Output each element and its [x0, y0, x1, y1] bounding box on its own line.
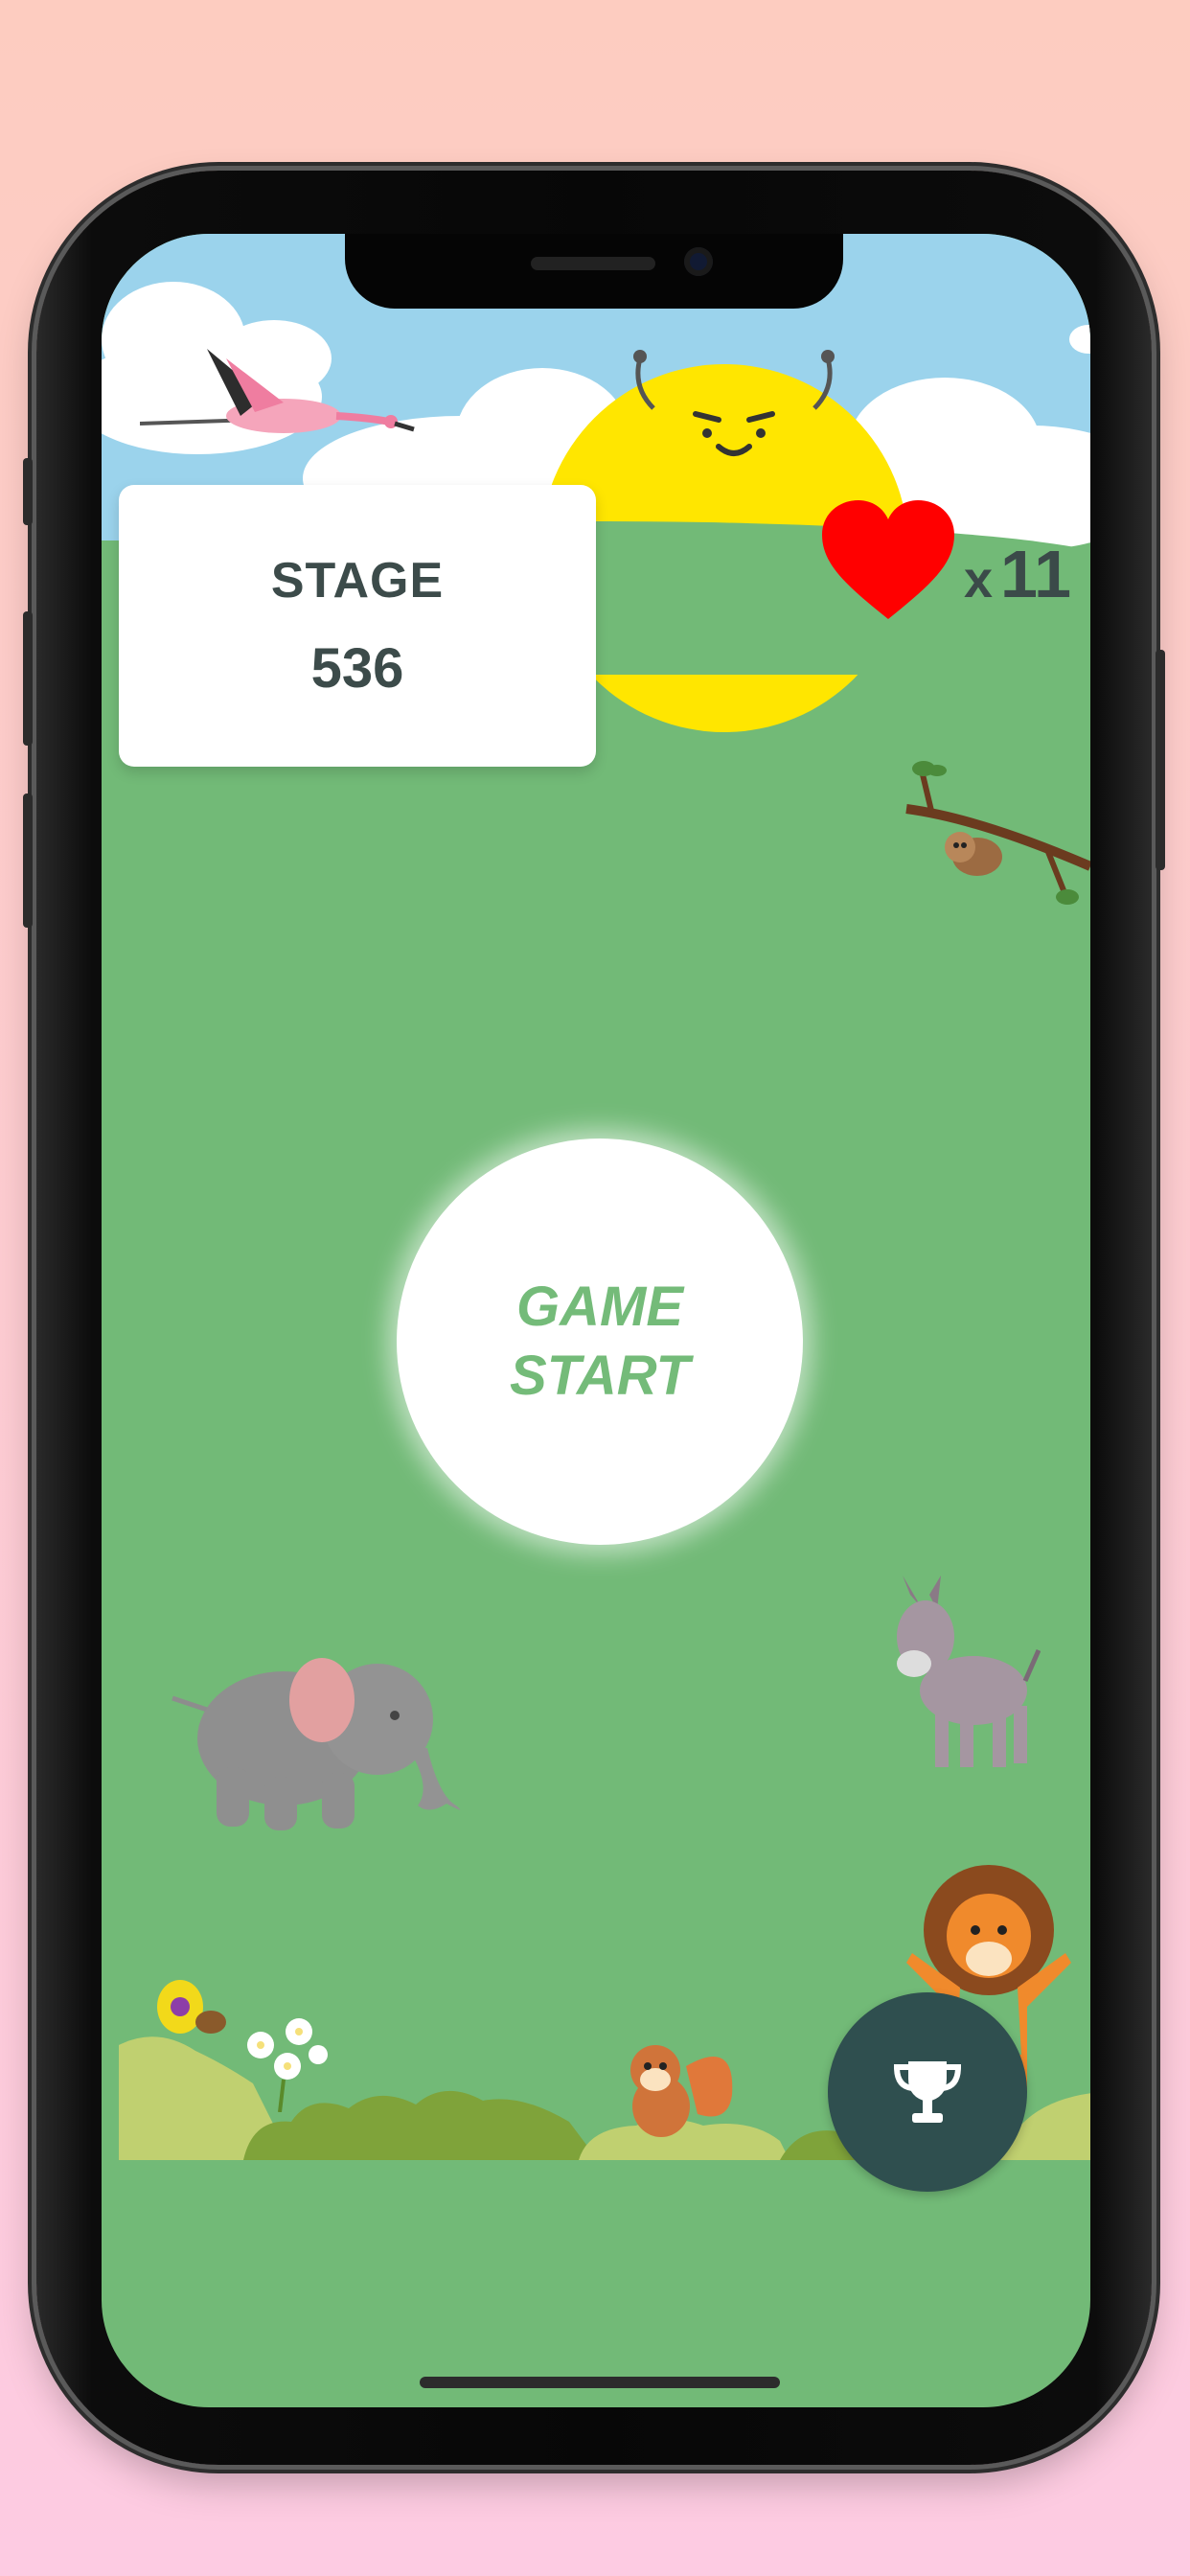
- heart-icon: [822, 500, 954, 619]
- trophy-icon: [893, 2061, 962, 2123]
- elephant: [172, 1658, 461, 1830]
- game-start-label: GAME START: [475, 1273, 724, 1411]
- volume-up-button: [23, 611, 33, 746]
- phone-notch: [345, 234, 843, 309]
- butterfly: [157, 1980, 226, 2034]
- volume-down-button: [23, 794, 33, 928]
- game-start-button[interactable]: GAME START: [397, 1138, 803, 1545]
- flowers: [247, 2018, 328, 2112]
- stage-label: STAGE: [270, 552, 445, 609]
- lives-prefix: x: [964, 551, 994, 609]
- donkey: [897, 1576, 1041, 1767]
- leaderboard-button[interactable]: [828, 1992, 1027, 2192]
- power-button: [1156, 650, 1165, 870]
- stage-card: STAGE 536: [119, 485, 596, 767]
- flamingo: [140, 349, 415, 433]
- lives-count: 11: [1000, 537, 1072, 611]
- sun-face: [633, 350, 835, 456]
- squirrel: [630, 2045, 733, 2137]
- sloth-on-branch: [905, 761, 1090, 905]
- home-indicator[interactable]: [420, 2377, 780, 2388]
- game-start-line2: START: [510, 1345, 690, 1407]
- stage-number: 536: [310, 636, 404, 700]
- speaker: [531, 257, 655, 270]
- silent-switch: [23, 458, 33, 525]
- game-start-line1: GAME: [516, 1276, 683, 1338]
- game-screen: STAGE 536 x 11 GAME START: [102, 234, 1090, 2407]
- front-camera: [684, 247, 713, 276]
- lives-counter: x 11: [964, 540, 1071, 613]
